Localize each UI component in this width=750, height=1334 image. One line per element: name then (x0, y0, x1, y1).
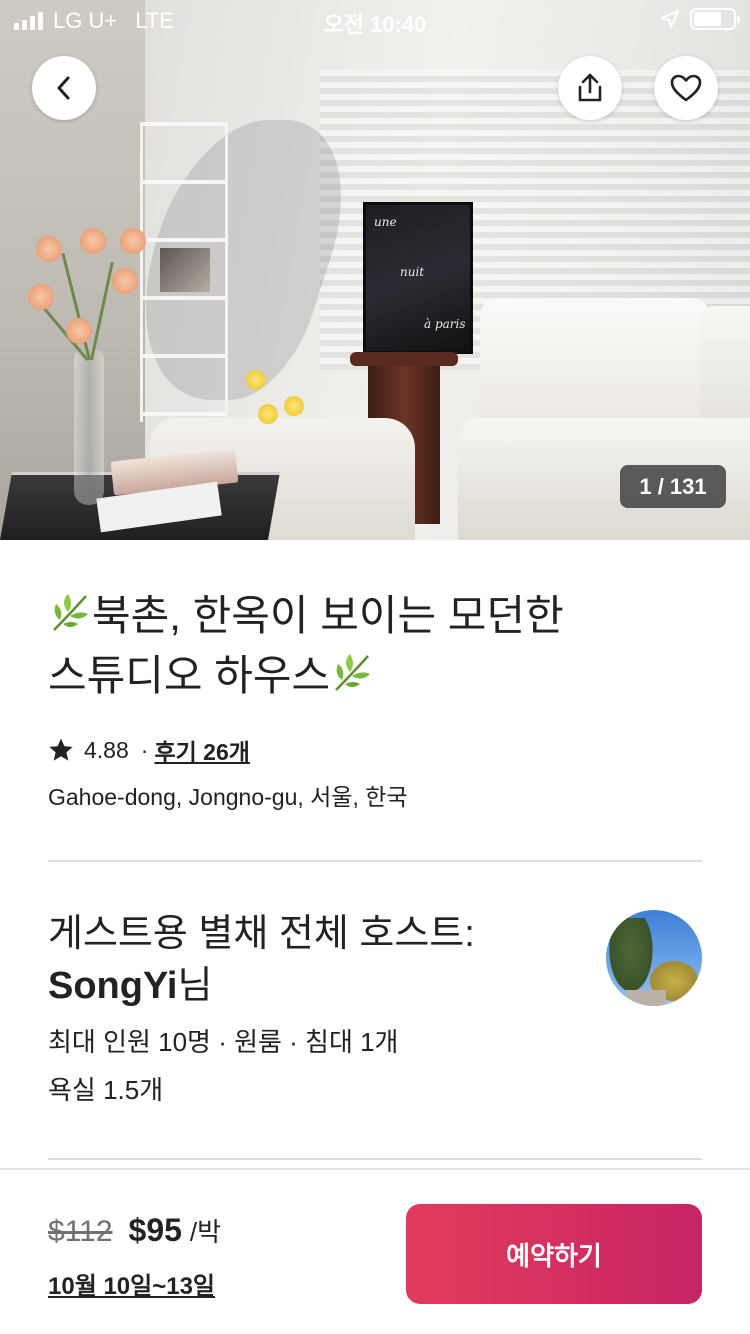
photo-flower-yellow (284, 396, 304, 416)
host-heading: 게스트용 별채 전체 호스트: SongYi님 (48, 908, 588, 1012)
listing-specs-line-1: 최대 인원 10명 · 원룸 · 침대 1개 (48, 1027, 399, 1057)
booking-bar: $112 $95 /박 10월 10일~13일 예약하기 (0, 1168, 750, 1334)
section-divider (48, 860, 702, 862)
photo-vase (74, 350, 104, 505)
poster-text-1: une (374, 215, 397, 229)
share-icon (578, 73, 602, 102)
avatar-building (626, 990, 666, 1006)
chevron-left-icon (57, 76, 70, 100)
price-row: $112 $95 /박 (48, 1212, 221, 1249)
battery-icon (690, 8, 740, 30)
heart-icon (670, 74, 702, 102)
reserve-button[interactable]: 예약하기 (406, 1204, 702, 1304)
original-price: $112 (48, 1215, 113, 1248)
host-name-suffix: 님 (177, 965, 213, 1007)
host-title-prefix: 게스트용 별채 전체 호스트: (48, 913, 475, 955)
listing-location[interactable]: Gahoe-dong, Jongno-gu, 서울, 한국 (48, 778, 408, 812)
photo-stool-top (350, 352, 458, 366)
listing-specs-line-2: 욕실 1.5개 (48, 1075, 164, 1105)
poster-text-2: nuit (400, 265, 425, 279)
photo-flower (66, 318, 92, 344)
rating-row: 4.88 · 후기 26개 (48, 734, 250, 766)
reviews-link[interactable]: 후기 26개 (154, 733, 249, 767)
share-button[interactable] (558, 56, 622, 120)
listing-title: 북촌, 한옥이 보이는 모던한 스튜디오 하우스 (48, 586, 688, 706)
photo-flower-yellow (258, 404, 278, 424)
photo-flower (112, 268, 138, 294)
photo-flower (120, 228, 146, 254)
separator-dot: · (140, 736, 149, 763)
photo-flower-yellow (246, 370, 266, 390)
nightly-price: $95 (128, 1212, 182, 1248)
host-avatar[interactable] (606, 910, 702, 1006)
save-to-wishlist-button[interactable] (654, 56, 718, 120)
back-button[interactable] (32, 56, 96, 120)
photo-sofa-back (480, 298, 710, 428)
listing-photo[interactable]: une nuit à paris (0, 0, 750, 540)
photo-poster: une nuit à paris (363, 202, 473, 354)
photo-flower (36, 236, 62, 262)
photo-counter: 1 / 131 (620, 465, 726, 508)
photo-flower (28, 284, 54, 310)
poster-text-3: à paris (424, 317, 466, 331)
status-right (660, 8, 740, 30)
host-name: SongYi (48, 965, 178, 1007)
per-night-label: /박 (189, 1217, 222, 1247)
status-bar: LG U+ LTE 오전 10:40 (0, 0, 750, 40)
photo-sofa-back-2 (700, 306, 750, 436)
photo-flower (80, 228, 106, 254)
stay-dates-link[interactable]: 10월 10일~13일 (48, 1266, 215, 1301)
herb-emoji-icon (335, 654, 371, 691)
photo-rack-picture (160, 248, 210, 292)
herb-emoji-icon (53, 594, 88, 631)
status-time: 오전 10:40 (323, 12, 427, 37)
location-arrow-icon (661, 10, 679, 28)
star-icon (49, 738, 73, 761)
section-divider (48, 1158, 702, 1160)
title-line-1: 북촌, 한옥이 보이는 모던한 (92, 592, 564, 639)
title-line-2: 스튜디오 하우스 (48, 652, 331, 699)
rating-value: 4.88 (84, 736, 129, 763)
